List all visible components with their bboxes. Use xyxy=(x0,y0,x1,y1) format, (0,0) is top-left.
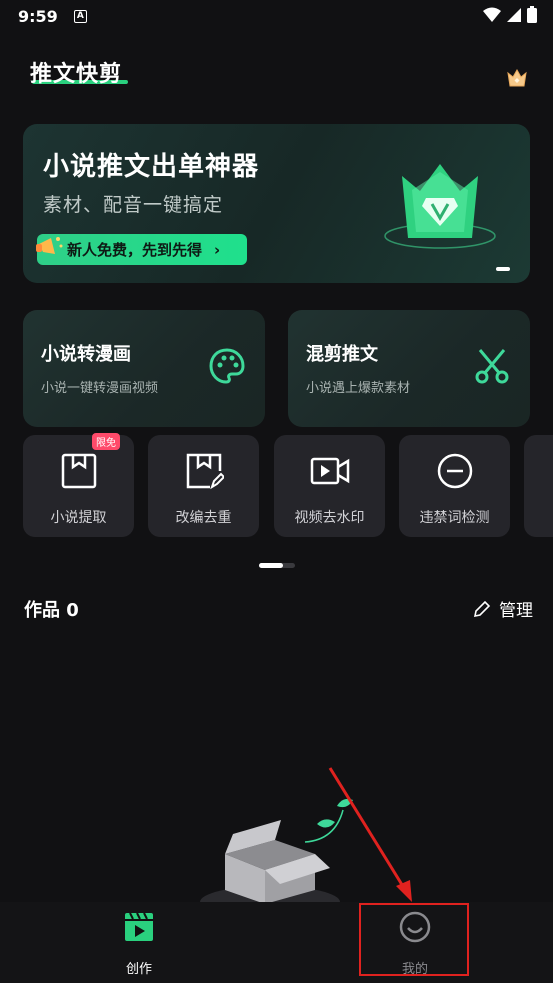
chevron-right-icon: › xyxy=(214,240,221,259)
wifi-icon xyxy=(483,7,501,22)
bottom-tab-bar: 创作 我的 xyxy=(0,902,553,983)
notification-icon: A xyxy=(73,9,87,23)
manage-button[interactable]: 管理 xyxy=(473,596,533,621)
tool-banned-words[interactable]: 违禁词检测 xyxy=(399,435,510,537)
bookmark-icon xyxy=(61,453,96,489)
gem-crown-icon xyxy=(384,164,496,249)
tool-remove-watermark[interactable]: 视频去水印 xyxy=(274,435,385,537)
banner-cta-button[interactable]: 新人免费，先到先得 › xyxy=(37,234,247,265)
crown-icon[interactable] xyxy=(505,66,529,90)
signal-icon xyxy=(507,7,521,22)
feature-subtitle: 小说一键转漫画视频 xyxy=(41,381,159,396)
tool-adapt-dedupe[interactable]: 改编去重 xyxy=(148,435,259,537)
feature-title: 混剪推文 xyxy=(306,344,378,365)
banner-cta-label: 新人免费，先到先得 xyxy=(67,241,203,259)
megaphone-icon xyxy=(36,237,63,254)
battery-icon xyxy=(527,6,537,23)
status-icons xyxy=(483,6,537,23)
edit-bookmark-icon xyxy=(186,453,224,490)
tool-novel-extract[interactable]: 限免 小说提取 xyxy=(23,433,134,537)
works-title: 作品 0 xyxy=(24,600,79,621)
minus-circle-icon xyxy=(437,453,472,489)
pencil-icon xyxy=(473,600,491,617)
feature-title: 小说转漫画 xyxy=(41,344,131,365)
free-badge: 限免 xyxy=(92,433,120,450)
app-title: 推文快剪 xyxy=(30,62,123,87)
status-bar: 9:59 A xyxy=(0,0,553,32)
palette-icon xyxy=(209,348,245,384)
tools-pager xyxy=(259,563,295,568)
banner-title: 小说推文出单神器 xyxy=(43,152,260,182)
tool-more-partial[interactable] xyxy=(524,435,553,537)
banner-subtitle: 素材、配音一键搞定 xyxy=(43,194,224,216)
scissors-icon xyxy=(475,349,509,384)
feature-subtitle: 小说遇上爆款素材 xyxy=(306,381,411,396)
tool-label: 小说提取 xyxy=(50,510,107,526)
feature-card-remix[interactable]: 混剪推文 小说遇上爆款素材 xyxy=(288,310,530,427)
video-camera-icon xyxy=(310,457,349,485)
tool-label: 视频去水印 xyxy=(294,510,365,526)
banner-page-indicator xyxy=(496,267,510,271)
tab-label: 创作 xyxy=(125,962,152,977)
feature-card-comic[interactable]: 小说转漫画 小说一键转漫画视频 xyxy=(23,310,265,427)
tool-label: 改编去重 xyxy=(175,510,232,526)
tab-create[interactable]: 创作 xyxy=(79,902,199,983)
tool-label: 违禁词检测 xyxy=(419,510,490,526)
status-time: 9:59 xyxy=(18,6,58,26)
empty-box-illustration xyxy=(200,798,353,904)
promo-banner[interactable]: 小说推文出单神器 素材、配音一键搞定 新人免费，先到先得 › xyxy=(23,124,530,283)
manage-label: 管理 xyxy=(499,601,533,621)
annotation-highlight-box xyxy=(359,903,469,976)
clapperboard-icon xyxy=(125,912,153,941)
